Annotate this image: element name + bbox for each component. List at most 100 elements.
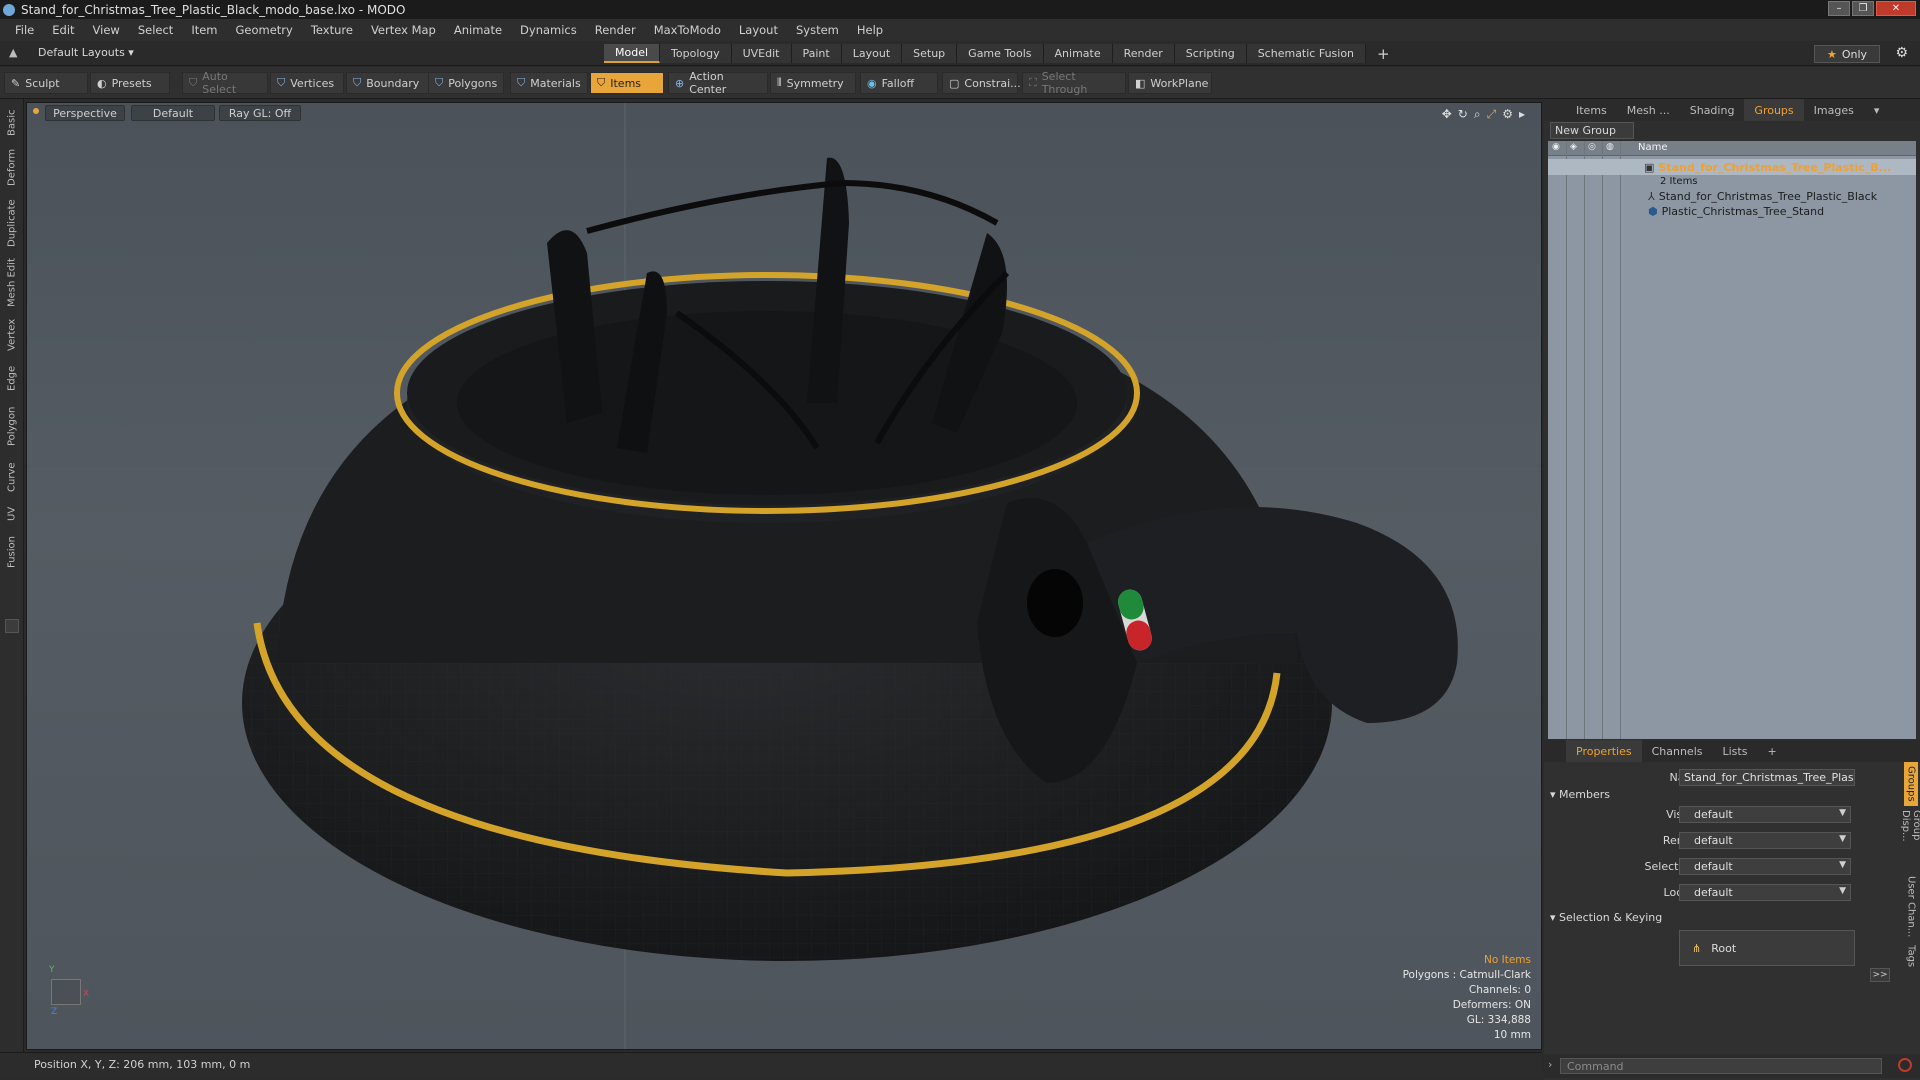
more-button[interactable]: >>: [1870, 968, 1890, 982]
items-button[interactable]: ⛉ Items: [590, 72, 664, 94]
menu-select[interactable]: Select: [129, 23, 182, 37]
tab-render[interactable]: Render: [1112, 44, 1175, 63]
tab-schematic-fusion[interactable]: Schematic Fusion: [1246, 44, 1367, 63]
render-dropdown[interactable]: default ▼: [1679, 831, 1851, 849]
vtab-basic[interactable]: Basic: [4, 105, 20, 141]
vtab-uv[interactable]: UV: [4, 501, 20, 527]
vtab-deform[interactable]: Deform: [4, 145, 20, 189]
tab-setup[interactable]: Setup: [902, 44, 958, 63]
tab-images[interactable]: Images: [1804, 99, 1864, 121]
minimize-button[interactable]: –: [1828, 1, 1850, 16]
menu-geometry[interactable]: Geometry: [227, 23, 302, 37]
3d-viewport[interactable]: Perspective Default Ray GL: Off ✥ ↻ ⌕ ⤢ …: [26, 102, 1542, 1050]
selectable-dropdown[interactable]: default ▼: [1679, 857, 1851, 875]
maximize-button[interactable]: ❐: [1852, 1, 1874, 16]
visible-dropdown[interactable]: default ▼: [1679, 805, 1851, 823]
new-group-button[interactable]: New Group: [1550, 122, 1634, 139]
add-tab-button[interactable]: +: [1366, 44, 1401, 63]
symmetry-button[interactable]: ⫴ Symmetry: [770, 72, 856, 94]
vertices-button[interactable]: ⛉ Vertices: [270, 72, 344, 94]
strip-toggle-button[interactable]: [5, 619, 19, 633]
boundary-label: Boundary: [366, 76, 420, 90]
layout-selector[interactable]: Default Layouts ▾: [38, 46, 134, 59]
constraints-button[interactable]: ▢ Constrai...: [942, 72, 1021, 94]
menu-maxtomodo[interactable]: MaxToModo: [645, 23, 730, 37]
name-field[interactable]: Stand_for_Christmas_Tree_Plastic_Black (: [1679, 768, 1855, 786]
viewport-stats: No Items Polygons : Catmull-Clark Channe…: [1403, 953, 1531, 1043]
vtab-edge[interactable]: Edge: [4, 361, 20, 395]
vtab-duplicate[interactable]: Duplicate: [4, 195, 20, 251]
layout-lock-icon[interactable]: ▲: [9, 46, 17, 59]
members-section[interactable]: ▾ Members: [1550, 788, 1610, 801]
add-properties-tab[interactable]: +: [1757, 740, 1786, 762]
gear-icon[interactable]: ⚙: [1895, 45, 1908, 61]
side-tab-group-display[interactable]: Group Disp...: [1900, 810, 1920, 872]
vtab-fusion[interactable]: Fusion: [4, 531, 20, 573]
menu-item[interactable]: Item: [182, 23, 226, 37]
tabs-more-icon[interactable]: ▾: [1864, 99, 1890, 121]
render-column-icon[interactable]: ◈: [1570, 142, 1577, 152]
falloff-button[interactable]: ◉ Falloff: [860, 72, 938, 94]
group-folder-icon: ▣: [1644, 160, 1655, 174]
menu-layout[interactable]: Layout: [730, 23, 787, 37]
vtab-vertex[interactable]: Vertex: [4, 315, 20, 355]
lock-column-icon[interactable]: ◍: [1606, 142, 1614, 152]
selection-keying-section[interactable]: ▾ Selection & Keying: [1550, 911, 1662, 924]
menu-help[interactable]: Help: [848, 23, 892, 37]
tab-channels[interactable]: Channels: [1642, 740, 1713, 762]
groups-tree: ◉ ◈ ◎ ◍ Name ▣ Stand_for_Christmas_Tree_…: [1548, 141, 1916, 739]
auto-select-button[interactable]: ⛉ Auto Select: [182, 70, 268, 96]
eye-column-icon[interactable]: ◉: [1552, 142, 1560, 152]
crosshair-icon: ⊕: [675, 76, 685, 90]
menu-render[interactable]: Render: [586, 23, 645, 37]
tab-lists[interactable]: Lists: [1713, 740, 1758, 762]
vertices-icon: ⛉: [277, 76, 286, 89]
tab-topology[interactable]: Topology: [660, 44, 732, 63]
workplane-button[interactable]: ◧ WorkPlane: [1128, 72, 1212, 94]
vtab-curve[interactable]: Curve: [4, 457, 20, 497]
tree-row-mesh[interactable]: ⬢ Plastic_Christmas_Tree_Stand: [1548, 204, 1916, 219]
menu-dynamics[interactable]: Dynamics: [511, 23, 586, 37]
sculpt-button[interactable]: ✎ Sculpt: [4, 72, 88, 94]
menu-edit[interactable]: Edit: [43, 23, 83, 37]
tab-paint[interactable]: Paint: [791, 44, 842, 63]
items-panel-tabs: Items Mesh ... Shading Groups Images ▾: [1544, 99, 1920, 121]
materials-button[interactable]: ⛉ Materials: [510, 72, 588, 94]
tree-row-group[interactable]: ▣ Stand_for_Christmas_Tree_Plastic_B...: [1548, 159, 1916, 175]
record-icon[interactable]: [1898, 1058, 1912, 1072]
tab-groups[interactable]: Groups: [1744, 99, 1804, 121]
menu-view[interactable]: View: [84, 23, 129, 37]
select-column-icon[interactable]: ◎: [1588, 142, 1596, 152]
polygons-button[interactable]: ⛉ Polygons: [428, 72, 504, 94]
tab-properties[interactable]: Properties: [1566, 740, 1642, 762]
only-button[interactable]: ★ Only: [1814, 45, 1880, 63]
tab-uvedit[interactable]: UVEdit: [731, 44, 792, 63]
tab-shading[interactable]: Shading: [1680, 99, 1745, 121]
tab-layout[interactable]: Layout: [841, 44, 903, 63]
command-input[interactable]: Command: [1560, 1058, 1882, 1074]
tab-scripting[interactable]: Scripting: [1174, 44, 1247, 63]
tab-animate[interactable]: Animate: [1043, 44, 1113, 63]
close-button[interactable]: ✕: [1876, 1, 1916, 16]
side-tab-groups[interactable]: Groups: [1904, 762, 1918, 806]
tab-items[interactable]: Items: [1566, 99, 1617, 121]
tab-model[interactable]: Model: [604, 44, 661, 63]
tab-game-tools[interactable]: Game Tools: [957, 44, 1044, 63]
locked-dropdown[interactable]: default ▼: [1679, 883, 1851, 901]
tab-mesh[interactable]: Mesh ...: [1617, 99, 1680, 121]
select-through-button[interactable]: ⛶ Select Through: [1022, 70, 1126, 96]
menu-system[interactable]: System: [787, 23, 848, 37]
presets-button[interactable]: ◐ Presets: [90, 72, 170, 94]
vtab-polygon[interactable]: Polygon: [4, 401, 20, 451]
side-tab-user-channels[interactable]: User Chan...: [1904, 876, 1918, 938]
side-tab-tags[interactable]: Tags: [1904, 942, 1918, 970]
action-center-button[interactable]: ⊕ Action Center: [668, 70, 768, 96]
root-button[interactable]: ⋔ Root: [1679, 930, 1855, 966]
vtab-mesh-edit[interactable]: Mesh Edit: [4, 255, 20, 311]
tree-row-locator[interactable]: ⅄ Stand_for_Christmas_Tree_Plastic_Black: [1548, 189, 1916, 204]
boundary-button[interactable]: ⛉ Boundary: [346, 72, 430, 94]
menu-texture[interactable]: Texture: [302, 23, 362, 37]
menu-file[interactable]: File: [6, 23, 43, 37]
menu-animate[interactable]: Animate: [445, 23, 511, 37]
menu-vertex-map[interactable]: Vertex Map: [362, 23, 445, 37]
